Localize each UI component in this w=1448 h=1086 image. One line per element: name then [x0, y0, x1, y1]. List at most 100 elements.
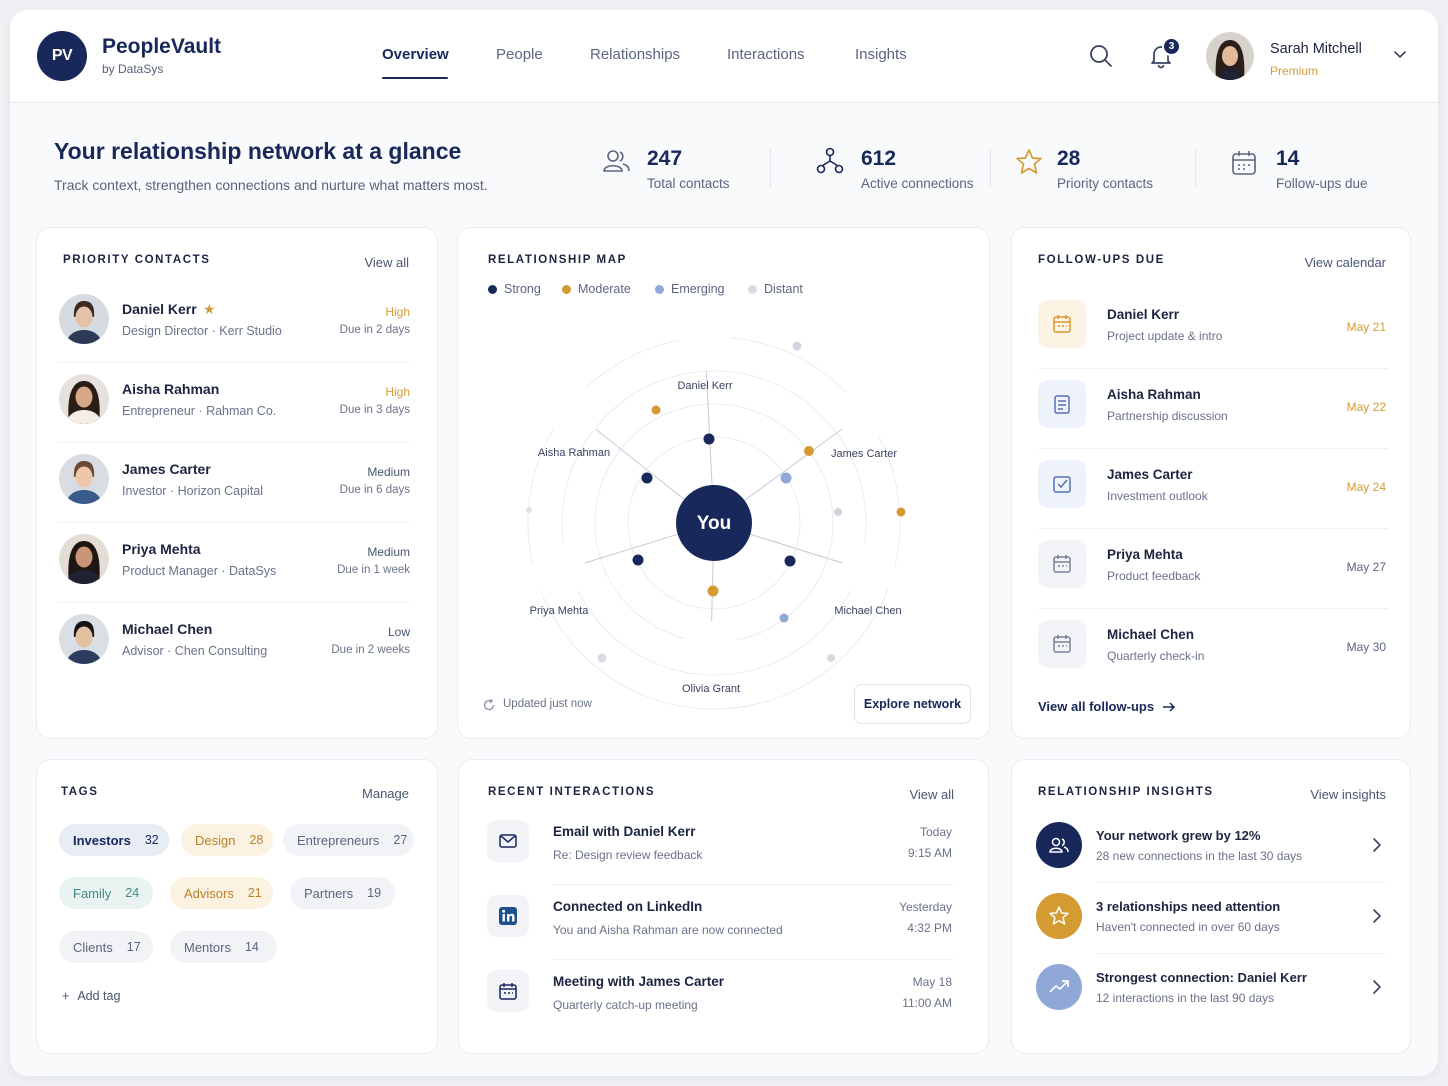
map-node-aisha-rahman[interactable]	[547, 385, 601, 439]
stat-active-connections-label: Active connections	[861, 176, 974, 191]
followup-row[interactable]: Aisha Rahman Partnership discussion May 22	[1012, 380, 1410, 442]
followup-row[interactable]: Daniel Kerr Project update & intro May 21	[1012, 300, 1410, 362]
chevron-right-icon[interactable]	[1372, 837, 1382, 858]
followup-row[interactable]: Michael Chen Quarterly check-in May 30	[1012, 620, 1410, 682]
priority-contact-row[interactable]: Michael Chen Advisor · Chen Consulting Low…	[37, 614, 437, 678]
followup-name: Priya Mehta	[1107, 547, 1183, 562]
contact-name: James Carter	[122, 461, 211, 477]
nav-relationships[interactable]: Relationships	[590, 46, 680, 63]
refresh-icon[interactable]	[482, 698, 496, 712]
followup-topic: Quarterly check-in	[1107, 649, 1205, 663]
interaction-time: 9:15 AM	[907, 846, 952, 860]
explore-network-button[interactable]: Explore network	[854, 684, 971, 724]
followup-date: May 27	[1346, 560, 1386, 574]
tag-entrepreneurs[interactable]: Entrepreneurs 27	[283, 824, 414, 856]
interaction-time: 4:32 PM	[907, 921, 952, 935]
followup-name: Aisha Rahman	[1107, 387, 1201, 402]
row-divider	[553, 959, 953, 960]
tag-family[interactable]: Family 24	[59, 877, 153, 909]
map-node-james-carter[interactable]	[837, 386, 891, 440]
network-icon	[816, 147, 844, 174]
interaction-row[interactable]: Meeting with James Carter Quarterly catch…	[459, 968, 988, 1024]
due-label: Due in 3 days	[339, 404, 410, 416]
nav-insights[interactable]: Insights	[855, 46, 907, 63]
contact-role: Entrepreneur · Rahman Co.	[122, 404, 277, 418]
tag-partners[interactable]: Partners 19	[290, 877, 395, 909]
row-divider	[1096, 953, 1386, 954]
interaction-day: Today	[919, 825, 952, 839]
interaction-detail: Re: Design review feedback	[553, 848, 703, 862]
tag-clients[interactable]: Clients 17	[59, 931, 153, 963]
card-title: RECENT INTERACTIONS	[488, 786, 656, 798]
view-all-interactions-link[interactable]: View all	[909, 787, 954, 802]
nav-interactions[interactable]: Interactions	[727, 46, 805, 63]
user-name[interactable]: Sarah Mitchell	[1270, 41, 1362, 57]
priority-contact-row[interactable]: Priya Mehta Product Manager · DataSys Medi…	[37, 534, 437, 598]
chevron-right-icon[interactable]	[1372, 908, 1382, 929]
insight-row[interactable]: Strongest connection: Daniel Kerr 12 inte…	[1012, 964, 1410, 1014]
tag-mentors[interactable]: Mentors 14	[170, 931, 277, 963]
users-icon	[1036, 822, 1082, 868]
search-icon[interactable]	[1088, 43, 1114, 69]
view-all-contacts-link[interactable]: View all	[364, 255, 409, 270]
row-divider	[59, 362, 411, 363]
relationship-map[interactable]: You	[458, 228, 991, 740]
add-tag-button[interactable]: + Add tag	[62, 989, 120, 1003]
priority-contact-row[interactable]: James Carter Investor · Horizon Capital Me…	[37, 454, 437, 518]
followup-topic: Partnership discussion	[1107, 409, 1228, 423]
stat-priority-contacts-value: 28	[1057, 147, 1081, 170]
calendar-icon	[1038, 300, 1086, 348]
row-divider	[59, 522, 411, 523]
followup-date: May 22	[1346, 400, 1386, 414]
card-title: FOLLOW-UPS DUE	[1038, 254, 1165, 266]
followup-name: Daniel Kerr	[1107, 307, 1180, 322]
tag-label: Partners	[304, 885, 354, 901]
tag-count: 17	[126, 940, 141, 954]
map-node-olivia-grant[interactable]	[684, 621, 738, 675]
connection-node	[632, 554, 644, 566]
tag-label: Family	[73, 885, 112, 901]
card-title: RELATIONSHIP INSIGHTS	[1038, 786, 1214, 798]
relationship-insights-card: RELATIONSHIP INSIGHTS View insights Your…	[1011, 759, 1411, 1054]
manage-tags-link[interactable]: Manage	[362, 786, 409, 801]
map-node-priya-mehta[interactable]	[532, 544, 586, 598]
priority-contact-row[interactable]: Daniel Kerr ★ Design Director · Kerr Studi…	[37, 294, 437, 358]
contact-name: Michael Chen	[122, 621, 213, 637]
relationship-map-card: RELATIONSHIP MAP Strong Moderate Emerging D…	[457, 227, 990, 739]
insight-row[interactable]: Your network grew by 12% 28 new connectio…	[1012, 822, 1410, 872]
interaction-row[interactable]: Connected on LinkedIn You and Aisha Rahma…	[459, 893, 988, 949]
contact-avatar	[59, 294, 109, 344]
users-icon	[603, 150, 630, 172]
contact-role: Product Manager · DataSys	[122, 564, 277, 578]
chevron-down-icon[interactable]	[1390, 44, 1410, 64]
tag-label: Investors	[73, 832, 131, 848]
priority-label: Low	[387, 625, 410, 639]
view-all-followups-link[interactable]: View all follow-ups	[1038, 699, 1176, 714]
map-node-daniel-kerr[interactable]	[678, 317, 732, 371]
tag-advisors[interactable]: Advisors 21	[170, 877, 273, 909]
view-insights-link[interactable]: View insights	[1310, 787, 1386, 802]
priority-contact-row[interactable]: Aisha Rahman Entrepreneur · Rahman Co. Hig…	[37, 374, 437, 438]
followup-row[interactable]: Priya Mehta Product feedback May 27	[1012, 540, 1410, 602]
chevron-right-icon[interactable]	[1372, 979, 1382, 1000]
tag-design[interactable]: Design 28	[181, 824, 273, 856]
followup-row[interactable]: James Carter Investment outlook May 24	[1012, 460, 1410, 522]
logo[interactable]: PV	[37, 31, 87, 81]
priority-label: Medium	[367, 465, 410, 479]
network-dot	[827, 654, 835, 662]
nav-overview[interactable]: Overview	[382, 46, 449, 63]
map-node-michael-chen[interactable]	[841, 544, 895, 598]
map-person-label: James Carter	[830, 448, 898, 460]
insight-row[interactable]: 3 relationships need attention Haven't co…	[1012, 893, 1410, 943]
tag-investors[interactable]: Investors 32	[59, 824, 169, 856]
view-calendar-link[interactable]: View calendar	[1305, 255, 1386, 270]
priority-label: High	[385, 305, 410, 319]
tag-count: 21	[247, 886, 262, 900]
interaction-row[interactable]: Email with Daniel Kerr Re: Design review …	[459, 818, 988, 874]
add-tag-label: Add tag	[77, 989, 121, 1003]
nav-people[interactable]: People	[496, 46, 543, 63]
user-avatar[interactable]	[1206, 32, 1254, 80]
network-dot	[834, 508, 842, 516]
page-title: Your relationship network at a glance	[54, 138, 462, 164]
contact-role: Design Director · Kerr Studio	[122, 324, 282, 338]
